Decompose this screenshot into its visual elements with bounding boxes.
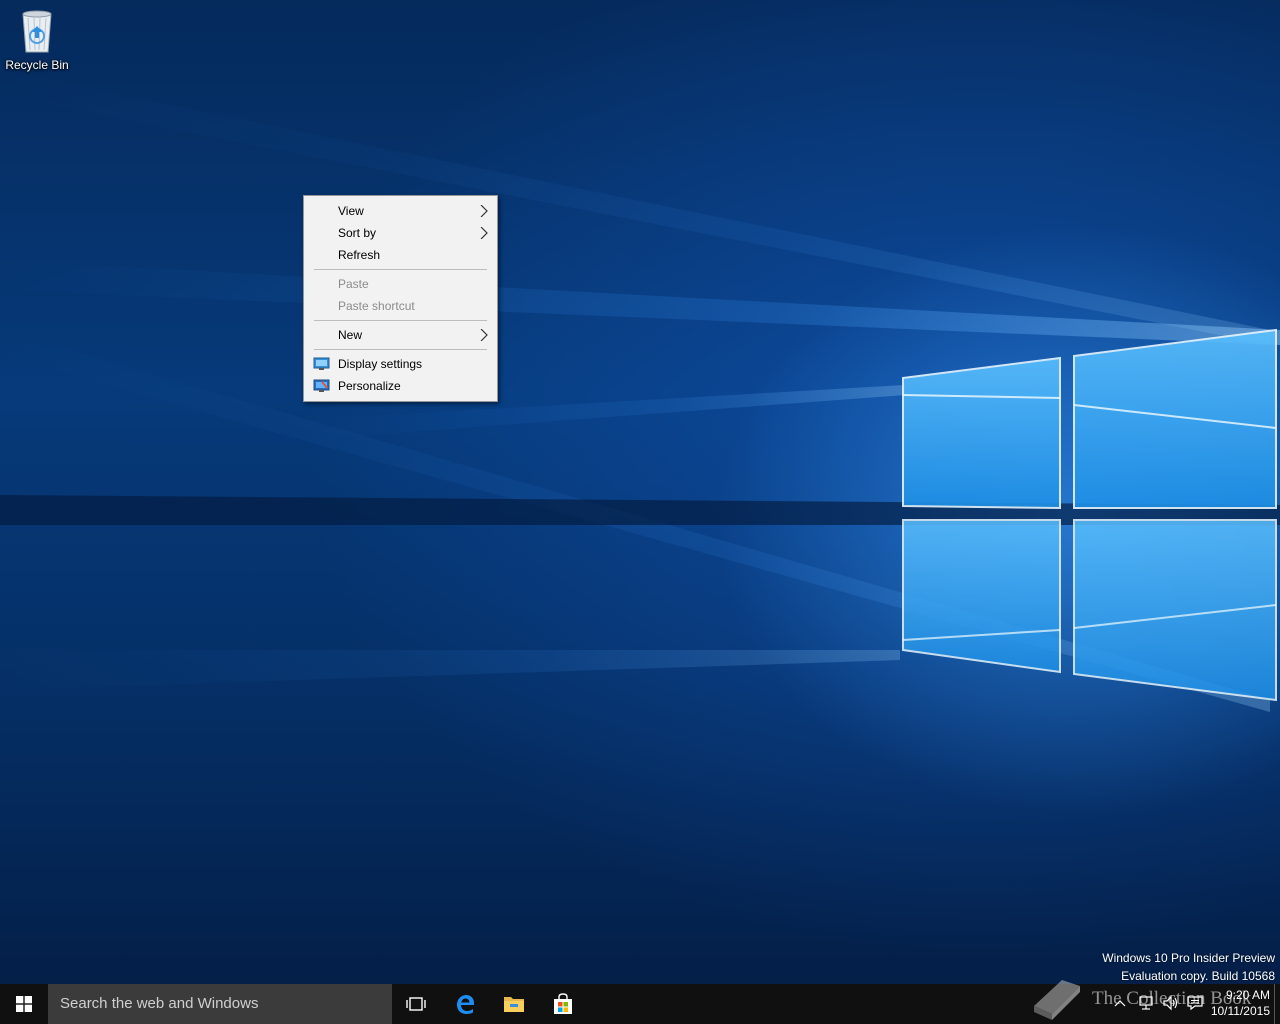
- menu-separator: [314, 320, 487, 321]
- menu-item-label: New: [338, 328, 363, 342]
- menu-separator: [314, 269, 487, 270]
- store-icon: [554, 993, 572, 1014]
- desktop-icon-label: Recycle Bin: [5, 58, 69, 72]
- book-logo-icon: [1034, 980, 1080, 1020]
- menu-item-label: Sort by: [338, 226, 377, 240]
- search-input[interactable]: Search the web and Windows: [48, 984, 392, 1024]
- windows-logo-icon: [16, 996, 32, 1012]
- file-explorer-button[interactable]: [490, 984, 538, 1024]
- recycle-bin-icon: [22, 10, 52, 53]
- watermark-edition: Windows 10 Pro Insider Preview: [1102, 951, 1275, 965]
- menu-item-label: Refresh: [338, 248, 381, 262]
- desktop[interactable]: Recycle Bin Windows 10 Pro Insider Previ…: [0, 0, 1280, 984]
- file-explorer-icon: [504, 997, 524, 1012]
- start-button[interactable]: [0, 984, 48, 1024]
- store-button[interactable]: [539, 984, 587, 1024]
- chevron-right-icon: [480, 227, 488, 239]
- menu-item-personalize[interactable]: Personalize: [304, 375, 497, 397]
- task-view-button[interactable]: [392, 984, 440, 1024]
- menu-item-label: Paste shortcut: [338, 299, 415, 313]
- menu-item-label: Display settings: [338, 357, 423, 371]
- menu-item-label: Paste: [338, 277, 369, 291]
- wallpaper-light-beams: [0, 70, 1280, 712]
- personalize-icon: [313, 379, 330, 392]
- menu-item-paste-shortcut: Paste shortcut: [304, 295, 497, 317]
- menu-item-view[interactable]: View: [304, 200, 497, 222]
- menu-item-label: Personalize: [338, 379, 401, 393]
- chevron-right-icon: [480, 329, 488, 341]
- search-placeholder: Search the web and Windows: [60, 995, 259, 1012]
- display-settings-icon: [313, 357, 330, 370]
- build-watermark: Windows 10 Pro Insider Preview Evaluatio…: [1102, 949, 1275, 984]
- menu-item-sort-by[interactable]: Sort by: [304, 222, 497, 244]
- overlay-watermark-text: The Collection Book: [1092, 988, 1252, 1009]
- taskbar: Search the web and Windows 9:20 AM 10/11…: [0, 984, 1280, 1024]
- desktop-context-menu: View Sort by Refresh Paste Paste shortcu…: [303, 195, 498, 402]
- edge-button[interactable]: [441, 984, 489, 1024]
- task-view-icon: [406, 997, 426, 1011]
- watermark-build: Evaluation copy. Build 10568: [1121, 969, 1275, 983]
- menu-item-new[interactable]: New: [304, 324, 497, 346]
- desktop-icon-recycle-bin[interactable]: Recycle Bin: [4, 6, 70, 72]
- chevron-right-icon: [480, 205, 488, 217]
- menu-item-refresh[interactable]: Refresh: [304, 244, 497, 266]
- menu-item-display-settings[interactable]: Display settings: [304, 353, 497, 375]
- edge-icon: [457, 995, 474, 1014]
- menu-item-label: View: [338, 204, 364, 218]
- menu-separator: [314, 349, 487, 350]
- show-desktop-button[interactable]: [1274, 984, 1280, 1024]
- menu-item-paste: Paste: [304, 273, 497, 295]
